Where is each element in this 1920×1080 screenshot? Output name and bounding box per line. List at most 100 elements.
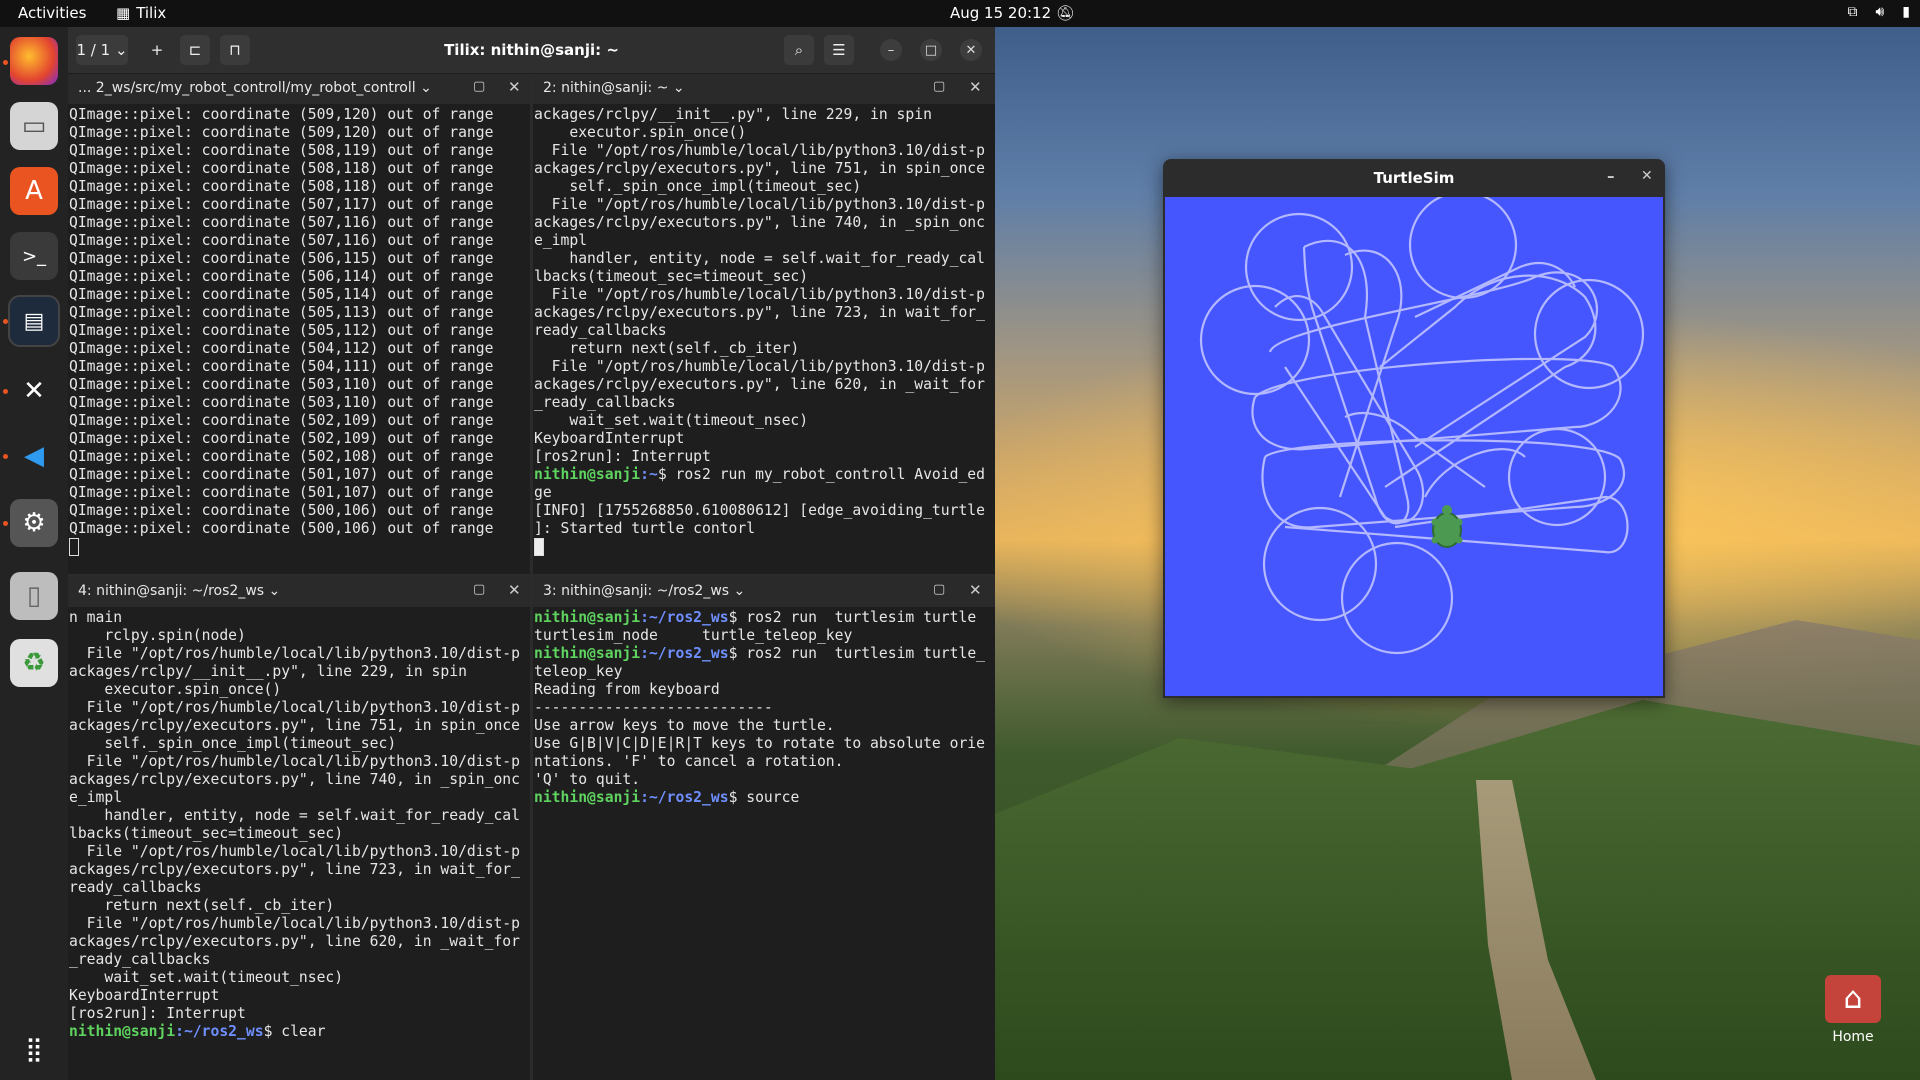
terminal-prompt-line: nithin@sanji:~/ros2_ws$ clear bbox=[69, 1023, 530, 1041]
find-button[interactable]: ⌕ bbox=[784, 35, 814, 65]
chevron-down-icon: ⌄ bbox=[420, 80, 432, 96]
close-pane-icon[interactable]: ✕ bbox=[969, 581, 982, 599]
terminal-line: self._spin_once_impl(timeout_sec) bbox=[534, 178, 862, 195]
clock[interactable]: Aug 15 20:12 🔕︎ bbox=[950, 4, 1075, 22]
terminal-output[interactable]: QImage::pixel: coordinate (509,120) out … bbox=[68, 106, 530, 574]
minimize-icon[interactable]: – bbox=[1607, 167, 1615, 185]
prompt-path: :~/ros2_ws bbox=[640, 789, 729, 806]
terminal-prompt-line: nithin@sanji:~/ros2_ws$ source bbox=[534, 789, 995, 807]
terminal-line: QImage::pixel: coordinate (509,120) out … bbox=[69, 124, 494, 141]
maximize-pane-icon[interactable]: ▢ bbox=[473, 79, 485, 94]
terminal-prompt-line: nithin@sanji:~/ros2_ws$ ros2 run turtles… bbox=[534, 645, 995, 663]
prompt-user: nithin@sanji bbox=[534, 789, 641, 806]
system-tray[interactable]: ⧉ 🔊︎ ▮ bbox=[1847, 4, 1910, 20]
turtlesim-title: TurtleSim bbox=[1373, 169, 1455, 187]
terminal-line: wait_set.wait(timeout_nsec) bbox=[534, 412, 809, 429]
maximize-button[interactable]: □ bbox=[920, 39, 942, 61]
tilix-icon[interactable]: ▤ bbox=[8, 295, 60, 347]
battery-icon: ▮ bbox=[1902, 4, 1910, 20]
close-icon[interactable]: ✕ bbox=[1641, 168, 1653, 184]
terminal-line: ntations. 'F' to cancel a rotation. bbox=[534, 753, 844, 770]
terminal-line: return next(self._cb_iter) bbox=[534, 340, 800, 357]
terminal-line: turtlesim_node turtle_teleop_key bbox=[534, 627, 853, 644]
terminal-line: QImage::pixel: coordinate (509,120) out … bbox=[69, 106, 494, 123]
terminal-prompt-line: nithin@sanji:~/ros2_ws$ ros2 run turtles… bbox=[534, 609, 995, 627]
terminal-pane-3[interactable]: 3: nithin@sanji: ~/ros2_ws ⌄ ▢ ✕ nithin@… bbox=[533, 577, 995, 1080]
firefox-icon[interactable] bbox=[10, 37, 58, 85]
files-icon[interactable]: ▭ bbox=[10, 102, 58, 150]
terminal-output[interactable]: ackages/rclpy/__init__.py", line 229, in… bbox=[533, 106, 995, 574]
maximize-icon: □ bbox=[924, 42, 938, 58]
terminal-icon[interactable]: >_ bbox=[10, 232, 58, 280]
top-bar: Activities ▦ Tilix Aug 15 20:12 🔕︎ ⧉ 🔊︎ … bbox=[0, 0, 1920, 27]
close-pane-icon[interactable]: ✕ bbox=[969, 78, 982, 96]
terminal-pane-4[interactable]: 4: nithin@sanji: ~/ros2_ws ⌄ ▢ ✕ n main … bbox=[68, 577, 530, 1080]
terminal-line bbox=[534, 538, 995, 556]
pane-3-title[interactable]: 3: nithin@sanji: ~/ros2_ws ⌄ bbox=[543, 583, 745, 599]
running-indicator bbox=[3, 319, 8, 324]
maximize-pane-icon[interactable]: ▢ bbox=[933, 79, 945, 94]
tilix-window: 1 / 1 ⌄ + ⊏ ⊓ Tilix: nithin@sanji: ~ ⌕ ☰… bbox=[68, 27, 995, 1080]
hamburger-menu-icon: ☰ bbox=[832, 41, 846, 59]
terminal-line: return next(self._cb_iter) bbox=[69, 897, 335, 914]
pane-4-titlebar[interactable]: 4: nithin@sanji: ~/ros2_ws ⌄ ▢ ✕ bbox=[68, 577, 530, 607]
tools-icon[interactable]: ✕ bbox=[10, 367, 58, 415]
dock: ▭ A >_ ▤ ✕ ◀ ⚙ ▯ ♻ ⣿ bbox=[0, 27, 68, 1080]
prompt-path: :~/ros2_ws bbox=[175, 1023, 264, 1040]
pane-3-titlebar[interactable]: 3: nithin@sanji: ~/ros2_ws ⌄ ▢ ✕ bbox=[533, 577, 995, 607]
maximize-pane-icon[interactable]: ▢ bbox=[473, 582, 485, 597]
terminal-line: File "/opt/ros/humble/local/lib/python3.… bbox=[534, 358, 985, 375]
terminal-line: QImage::pixel: coordinate (501,107) out … bbox=[69, 484, 494, 501]
terminal-line: 'Q' to quit. bbox=[534, 771, 641, 788]
chevron-down-icon: ⌄ bbox=[268, 583, 281, 599]
focused-app-menu[interactable]: ▦ Tilix bbox=[116, 4, 166, 22]
terminal-pane-1[interactable]: ... 2_ws/src/my_robot_controll/my_robot_… bbox=[68, 74, 530, 574]
close-button[interactable]: ✕ bbox=[960, 39, 982, 61]
terminal-line: _ready_callbacks bbox=[534, 394, 676, 411]
show-apps-grid-icon[interactable]: ⣿ bbox=[10, 1025, 58, 1073]
prompt-user: nithin@sanji bbox=[534, 645, 641, 662]
terminal-line: QImage::pixel: coordinate (505,114) out … bbox=[69, 286, 494, 303]
terminal-line: QImage::pixel: coordinate (507,116) out … bbox=[69, 214, 494, 231]
terminal-line: ackages/rclpy/executors.py", line 740, i… bbox=[534, 214, 985, 231]
removable-drive-icon[interactable]: ▯ bbox=[10, 572, 58, 620]
terminal-line: QImage::pixel: coordinate (507,117) out … bbox=[69, 196, 494, 213]
pane-1-titlebar[interactable]: ... 2_ws/src/my_robot_controll/my_robot_… bbox=[68, 74, 530, 104]
settings-gear-icon[interactable]: ⚙ bbox=[10, 499, 58, 547]
pane-2-title[interactable]: 2: nithin@sanji: ~ ⌄ bbox=[543, 80, 685, 96]
terminal-line: Reading from keyboard bbox=[534, 681, 720, 698]
search-icon: ⌕ bbox=[794, 41, 804, 59]
close-pane-icon[interactable]: ✕ bbox=[508, 78, 521, 96]
minimize-button[interactable]: – bbox=[880, 39, 902, 61]
pane-1-title[interactable]: ... 2_ws/src/my_robot_controll/my_robot_… bbox=[78, 80, 432, 96]
terminal-line: ackages/rclpy/__init__.py", line 229, in… bbox=[69, 663, 467, 680]
terminal-line: KeyboardInterrupt bbox=[69, 987, 220, 1004]
turtlesim-window: TurtleSim – ✕ bbox=[1163, 159, 1665, 698]
turtle-icon bbox=[1431, 505, 1463, 548]
terminal-line: ackages/rclpy/executors.py", line 740, i… bbox=[69, 771, 520, 788]
pane-2-titlebar[interactable]: 2: nithin@sanji: ~ ⌄ ▢ ✕ bbox=[533, 74, 995, 104]
turtlesim-titlebar[interactable]: TurtleSim – ✕ bbox=[1163, 159, 1665, 197]
terminal-line: QImage::pixel: coordinate (500,106) out … bbox=[69, 502, 494, 519]
chevron-down-icon: ⌄ bbox=[672, 80, 685, 96]
trash-icon[interactable]: ♻ bbox=[10, 639, 58, 687]
close-pane-icon[interactable]: ✕ bbox=[508, 581, 521, 599]
maximize-pane-icon[interactable]: ▢ bbox=[933, 582, 945, 597]
pane-4-title[interactable]: 4: nithin@sanji: ~/ros2_ws ⌄ bbox=[78, 583, 280, 599]
terminal-line: QImage::pixel: coordinate (502,109) out … bbox=[69, 412, 494, 429]
terminal-line: rclpy.spin(node) bbox=[69, 627, 246, 644]
vscode-icon[interactable]: ◀ bbox=[10, 432, 58, 480]
desktop-home-icon[interactable]: Home bbox=[1816, 975, 1890, 1045]
terminal-line: ready_callbacks bbox=[69, 879, 202, 896]
terminal-pane-2[interactable]: 2: nithin@sanji: ~ ⌄ ▢ ✕ ackages/rclpy/_… bbox=[533, 74, 995, 574]
terminal-line: QImage::pixel: coordinate (501,107) out … bbox=[69, 466, 494, 483]
network-icon: ⧉ bbox=[1847, 4, 1858, 20]
terminal-output[interactable]: n main rclpy.spin(node) File "/opt/ros/h… bbox=[68, 609, 530, 1080]
terminal-line: [INFO] [1755268850.610080612] [edge_avoi… bbox=[534, 502, 985, 519]
activities-button[interactable]: Activities bbox=[18, 4, 86, 22]
terminal-line: QImage::pixel: coordinate (508,118) out … bbox=[69, 160, 494, 177]
terminal-output[interactable]: nithin@sanji:~/ros2_ws$ ros2 run turtles… bbox=[533, 609, 995, 1080]
app-center-icon[interactable]: A bbox=[10, 167, 58, 215]
prompt-path: :~/ros2_ws bbox=[640, 609, 729, 626]
menu-button[interactable]: ☰ bbox=[824, 35, 854, 65]
